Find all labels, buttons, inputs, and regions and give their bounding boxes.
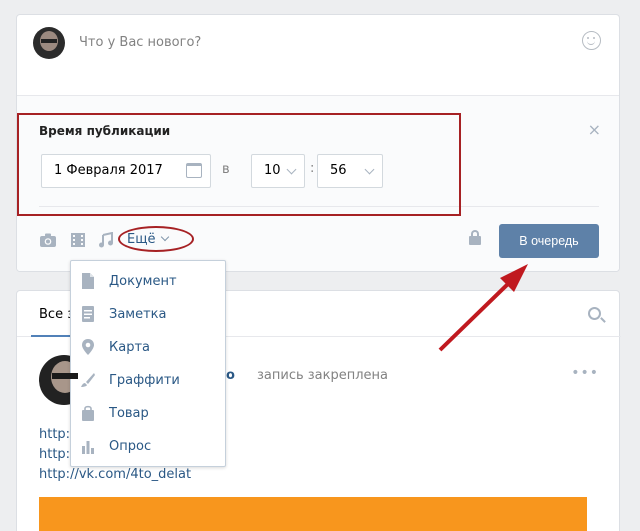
- annotation-arrow: [438, 264, 528, 352]
